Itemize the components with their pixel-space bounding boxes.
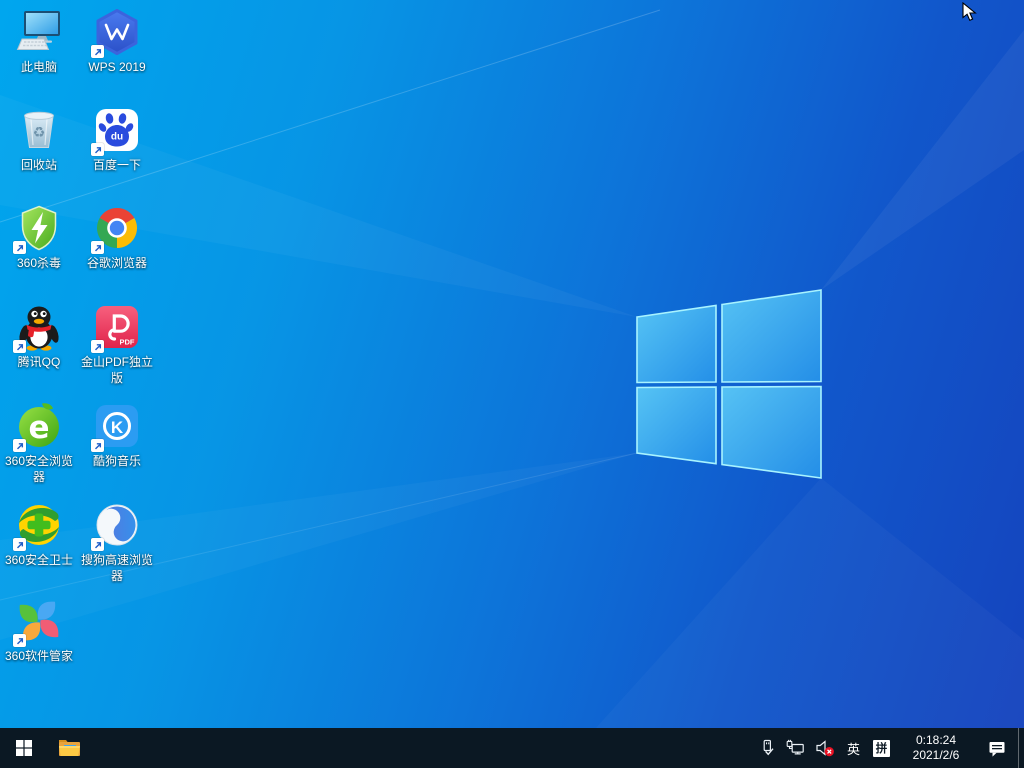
desktop-icon-google-chrome[interactable]: 谷歌浏览器 <box>78 204 156 271</box>
ime-mode-indicator[interactable]: 拼 <box>873 740 890 757</box>
360-browser-icon: e <box>15 402 63 450</box>
desktop-icon-tencent-qq[interactable]: 腾讯QQ <box>0 303 78 370</box>
system-tray: 英 拼 0:18:24 2021/2/6 <box>753 728 1024 768</box>
wps-icon <box>93 8 141 56</box>
desktop-icon-label: 360安全浏览器 <box>0 453 78 485</box>
desktop-icon-label: 360杀毒 <box>17 255 61 271</box>
clock-time: 0:18:24 <box>896 733 976 748</box>
kugou-icon: K <box>93 402 141 450</box>
start-button[interactable] <box>0 728 48 768</box>
recycle-bin-icon: ♻ <box>15 106 63 154</box>
desktop-icon-label: 百度一下 <box>93 157 141 173</box>
desktop-icon-recycle-bin[interactable]: ♻ 回收站 <box>0 106 78 173</box>
360-safeguard-icon <box>15 501 63 549</box>
taskbar: 英 拼 0:18:24 2021/2/6 <box>0 728 1024 768</box>
taskbar-clock[interactable]: 0:18:24 2021/2/6 <box>896 728 976 768</box>
shortcut-arrow-icon <box>13 634 26 647</box>
desktop-icon-label: WPS 2019 <box>88 59 145 75</box>
action-center-icon <box>988 739 1006 757</box>
desktop-icon-label: 腾讯QQ <box>18 354 61 370</box>
desktop-icon-label: 金山PDF独立版 <box>78 354 156 386</box>
shortcut-arrow-icon <box>91 340 104 353</box>
shortcut-arrow-icon <box>13 241 26 254</box>
svg-text:♻: ♻ <box>33 125 46 141</box>
file-explorer-icon <box>58 738 82 759</box>
ime-mode-label: 拼 <box>876 740 888 756</box>
desktop-icon-360-secure-browser[interactable]: e 360安全浏览器 <box>0 402 78 485</box>
desktop-icon-label: 谷歌浏览器 <box>87 255 147 271</box>
desktop-icon-label: 360安全卫士 <box>5 552 73 568</box>
sogou-icon <box>93 501 141 549</box>
desktop-icon-sogou-browser[interactable]: 搜狗高速浏览器 <box>78 501 156 584</box>
shortcut-arrow-icon <box>13 340 26 353</box>
desktop-icon-label: 此电脑 <box>21 59 57 75</box>
desktop-icon-label: 酷狗音乐 <box>93 453 141 469</box>
shortcut-arrow-icon <box>13 538 26 551</box>
360-antivirus-shield-icon <box>15 204 63 252</box>
qq-penguin-icon <box>15 303 63 351</box>
desktop-icon-label: 搜狗高速浏览器 <box>78 552 156 584</box>
this-pc-icon <box>15 8 63 56</box>
desktop-icon-kingsoft-pdf[interactable]: PDF 金山PDF独立版 <box>78 303 156 386</box>
shortcut-arrow-icon <box>91 143 104 156</box>
network-ethernet-icon[interactable] <box>781 728 810 768</box>
shortcut-arrow-icon <box>91 538 104 551</box>
usb-safely-remove-icon[interactable] <box>753 728 781 768</box>
chrome-icon <box>93 204 141 252</box>
svg-text:K: K <box>111 418 124 437</box>
file-explorer-button[interactable] <box>48 728 92 768</box>
desktop-icon-kugou-music[interactable]: K 酷狗音乐 <box>78 402 156 469</box>
desktop-icon-label: 回收站 <box>21 157 57 173</box>
mouse-cursor <box>962 2 980 22</box>
svg-text:e: e <box>28 410 49 446</box>
clock-date: 2021/2/6 <box>896 748 976 763</box>
360-software-manager-icon <box>15 597 63 645</box>
ime-language-indicator[interactable]: 英 <box>840 728 867 768</box>
desktop-icon-baidu-search[interactable]: du 百度一下 <box>78 106 156 173</box>
desktop-icon-wps-2019[interactable]: WPS 2019 <box>78 8 156 75</box>
baidu-icon: du <box>93 106 141 154</box>
svg-text:PDF: PDF <box>120 338 135 347</box>
action-center-button[interactable] <box>976 728 1018 768</box>
shortcut-arrow-icon <box>91 45 104 58</box>
shortcut-arrow-icon <box>91 439 104 452</box>
volume-muted-icon[interactable] <box>810 728 840 768</box>
windows-start-icon <box>16 740 32 756</box>
svg-text:du: du <box>111 132 123 143</box>
show-desktop-button[interactable] <box>1018 728 1024 768</box>
shortcut-arrow-icon <box>13 439 26 452</box>
shortcut-arrow-icon <box>91 241 104 254</box>
desktop-icon-label: 360软件管家 <box>5 648 73 664</box>
kingsoft-pdf-icon: PDF <box>93 303 141 351</box>
desktop-icon-360-antivirus[interactable]: 360杀毒 <box>0 204 78 271</box>
desktop-icon-this-pc[interactable]: 此电脑 <box>0 8 78 75</box>
desktop-icon-360-safeguard[interactable]: 360安全卫士 <box>0 501 78 568</box>
desktop-icon-360-software-manager[interactable]: 360软件管家 <box>0 597 78 664</box>
desktop[interactable]: 此电脑 WPS 2019 ♻ <box>0 0 1024 768</box>
